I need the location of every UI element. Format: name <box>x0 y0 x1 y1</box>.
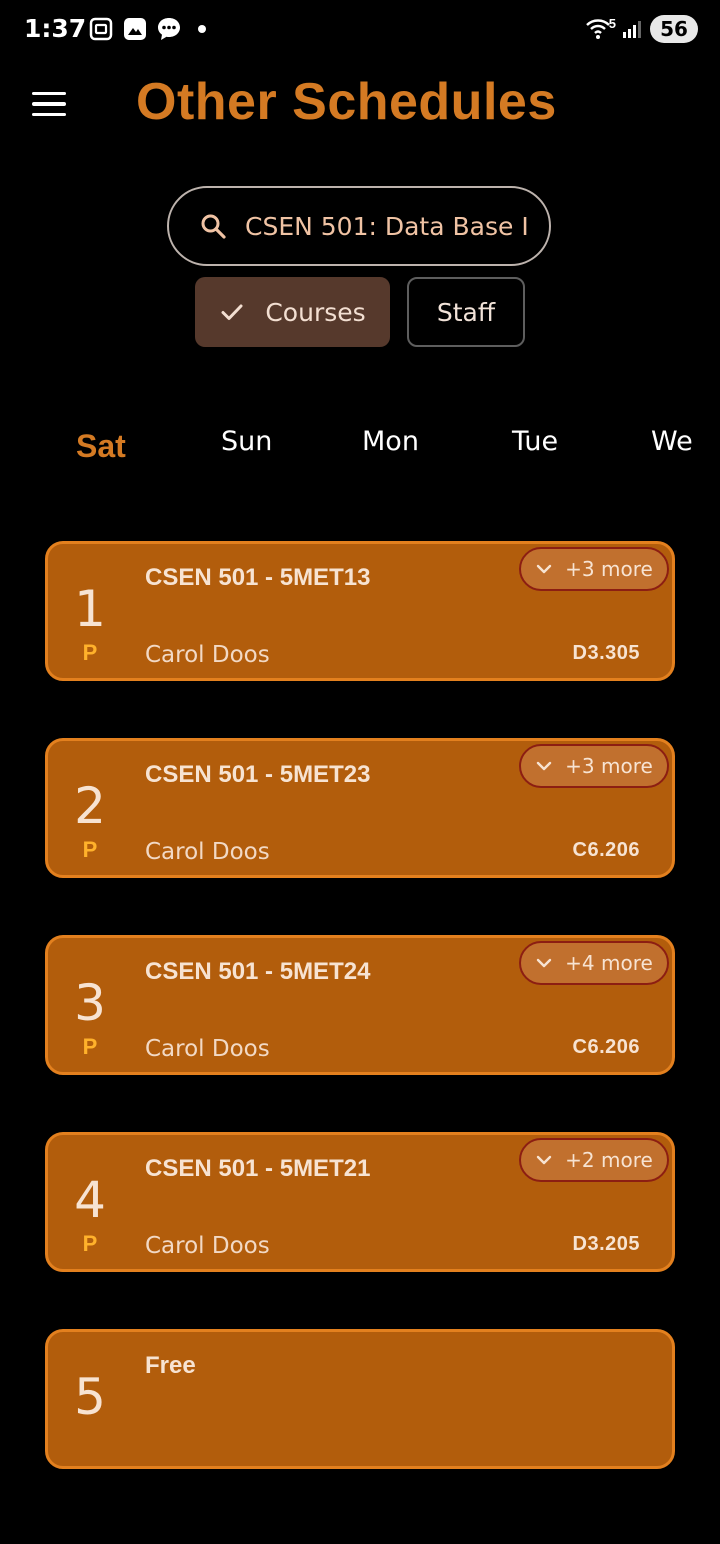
status-time: 1:37 <box>24 14 87 43</box>
slot-staff-name: Carol Doos <box>145 839 270 865</box>
hamburger-icon-line <box>32 91 66 96</box>
slot-course-title: CSEN 501 - 5MET21 <box>145 1155 371 1182</box>
slot-card[interactable]: 1 P CSEN 501 - 5MET13 Carol Doos D3.305 … <box>45 541 675 681</box>
status-bar: 1:37 5 56 <box>0 0 720 60</box>
search-icon <box>201 214 226 239</box>
page-title: Other Schedules <box>136 73 557 131</box>
slot-staff-name: Carol Doos <box>145 1036 270 1062</box>
check-icon <box>221 304 243 320</box>
slot-card[interactable]: 4 P CSEN 501 - 5MET21 Carol Doos D3.205 … <box>45 1132 675 1272</box>
more-groups-button[interactable]: +3 more <box>519 744 669 788</box>
more-groups-label: +2 more <box>565 1148 653 1172</box>
hamburger-icon-line <box>32 102 66 106</box>
chevron-down-icon <box>536 564 552 574</box>
network-type-label: 5 <box>608 15 616 31</box>
signal-icon <box>623 21 641 38</box>
day-tabs: Sat Sun Mon Tue We <box>0 420 720 480</box>
notification-dot-icon <box>198 25 206 33</box>
tab-wed[interactable]: We <box>651 426 693 457</box>
screenshot-icon <box>89 17 113 41</box>
slot-card[interactable]: 3 P CSEN 501 - 5MET24 Carol Doos C6.206 … <box>45 935 675 1075</box>
slot-course-title: CSEN 501 - 5MET23 <box>145 761 371 788</box>
slot-course-title: CSEN 501 - 5MET13 <box>145 564 371 591</box>
status-right-icons: 5 56 <box>585 15 698 43</box>
staff-filter-chip[interactable]: Staff <box>407 277 525 347</box>
slot-staff-name: Carol Doos <box>145 1233 270 1259</box>
menu-button[interactable] <box>32 86 72 122</box>
more-groups-button[interactable]: +3 more <box>519 547 669 591</box>
slot-card[interactable]: 2 P CSEN 501 - 5MET23 Carol Doos C6.206 … <box>45 738 675 878</box>
slot-course-title: CSEN 501 - 5MET24 <box>145 958 371 985</box>
more-groups-label: +3 more <box>565 557 653 581</box>
message-icon <box>158 18 180 40</box>
battery-indicator: 56 <box>650 15 698 43</box>
slot-number: 5 <box>74 1368 106 1426</box>
slot-type-label: P <box>82 640 98 665</box>
slot-card-free[interactable]: 5 Free <box>45 1329 675 1469</box>
slot-free-label: Free <box>145 1352 196 1379</box>
hamburger-icon-line <box>32 112 66 117</box>
gallery-icon <box>124 18 146 40</box>
slot-number: 2 <box>74 777 106 835</box>
slot-type-label: P <box>82 837 98 862</box>
slot-staff-name: Carol Doos <box>145 642 270 668</box>
courses-filter-chip[interactable]: Courses <box>195 277 390 347</box>
chevron-down-icon <box>536 761 552 771</box>
courses-chip-label: Courses <box>265 297 366 327</box>
slot-type-label: P <box>82 1231 98 1256</box>
slot-room: C6.206 <box>572 839 640 861</box>
slot-number: 4 <box>74 1171 106 1229</box>
more-groups-button[interactable]: +4 more <box>519 941 669 985</box>
more-groups-label: +4 more <box>565 951 653 975</box>
slot-number: 1 <box>74 580 106 638</box>
staff-chip-label: Staff <box>436 297 496 327</box>
status-notification-icons <box>88 16 206 42</box>
search-input[interactable]: CSEN 501: Data Base I <box>167 186 551 266</box>
tab-tue[interactable]: Tue <box>512 426 558 457</box>
chevron-down-icon <box>536 958 552 968</box>
tab-mon[interactable]: Mon <box>362 426 419 457</box>
slot-number: 3 <box>74 974 106 1032</box>
more-groups-button[interactable]: +2 more <box>519 1138 669 1182</box>
tab-sat[interactable]: Sat <box>76 428 126 465</box>
slot-room: C6.206 <box>572 1036 640 1058</box>
slot-room: D3.305 <box>572 642 640 664</box>
slot-type-label: P <box>82 1034 98 1059</box>
search-value: CSEN 501: Data Base I <box>245 211 529 241</box>
chevron-down-icon <box>536 1155 552 1165</box>
more-groups-label: +3 more <box>565 754 653 778</box>
slot-room: D3.205 <box>572 1233 640 1255</box>
tab-sun[interactable]: Sun <box>221 426 272 457</box>
